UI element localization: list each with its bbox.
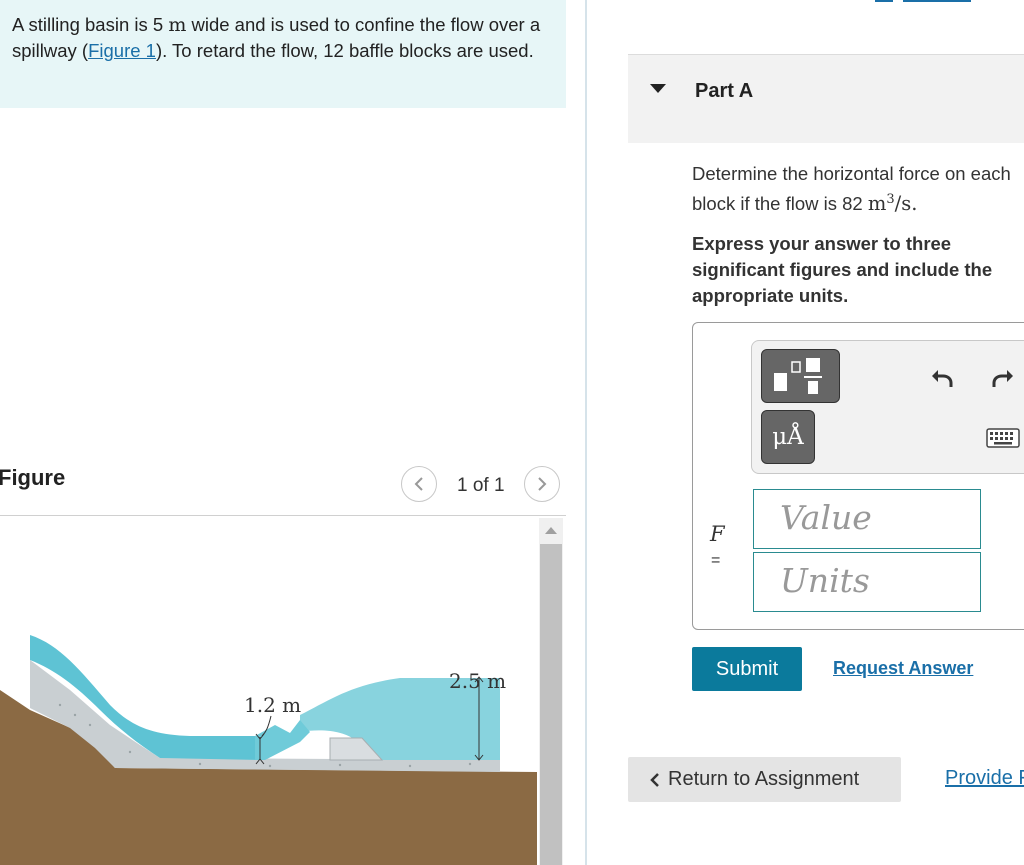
keyboard-icon[interactable] — [986, 428, 1020, 448]
return-to-assignment-button[interactable]: Return to Assignment — [628, 757, 901, 802]
templates-button[interactable] — [761, 349, 840, 403]
equals-sign: = — [711, 552, 721, 569]
submit-button[interactable]: Submit — [692, 647, 802, 691]
chevron-left-icon — [414, 477, 423, 491]
width-unit: m — [168, 14, 187, 36]
downstream-depth-label: 2.5 m — [449, 669, 506, 693]
prev-figure-button[interactable] — [401, 466, 437, 502]
problem-statement: A stilling basin is 5 m wide and is used… — [0, 0, 566, 108]
scroll-up-button[interactable] — [539, 518, 563, 542]
figure-title: Figure — [0, 465, 66, 490]
undo-icon[interactable] — [929, 364, 955, 390]
review-link-fragment[interactable] — [873, 0, 973, 2]
collapse-triangle-icon — [650, 84, 666, 93]
chevron-right-icon — [538, 477, 547, 491]
units-input[interactable]: Units — [753, 552, 981, 612]
units-button[interactable]: μÅ — [761, 410, 815, 464]
return-label: Return to Assignment — [668, 768, 860, 790]
question-exponent: 3 — [886, 192, 895, 207]
chevron-left-icon — [650, 772, 659, 787]
request-answer-link[interactable]: Request Answer — [833, 658, 973, 679]
answer-variable: F — [710, 522, 725, 546]
instruction-text: Express your answer to three significant… — [692, 233, 993, 306]
panel-divider — [585, 0, 587, 865]
question-text-2: /s. — [894, 192, 918, 216]
caret-up-icon — [545, 527, 557, 534]
template-icon — [774, 358, 822, 394]
figure-header-rule — [0, 515, 566, 516]
value-input[interactable]: Value — [753, 489, 981, 549]
upstream-depth-label: 1.2 m — [244, 693, 301, 717]
figure-counter: 1 of 1 — [457, 475, 505, 496]
figure-link[interactable]: Figure 1 — [88, 40, 156, 61]
scrollbar-thumb[interactable] — [540, 544, 562, 865]
question-unit: m — [867, 192, 887, 216]
splash — [255, 720, 310, 760]
next-figure-button[interactable] — [524, 466, 560, 502]
provide-feedback-link[interactable]: Provide Feedback — [945, 767, 1024, 790]
part-a-header[interactable]: Part A — [628, 55, 1024, 143]
problem-text-3: ). To retard the flow, 12 baffle blocks … — [155, 40, 534, 61]
question-text-1: Determine the horizontal force on each b… — [692, 163, 1011, 215]
problem-text-1: A stilling basin is 5 — [12, 14, 169, 35]
redo-icon[interactable] — [990, 364, 1016, 390]
part-a-label: Part A — [695, 80, 754, 102]
spillway-figure: 1.2 m 2.5 m — [0, 635, 537, 865]
question-text: Determine the horizontal force on each b… — [692, 161, 1012, 217]
